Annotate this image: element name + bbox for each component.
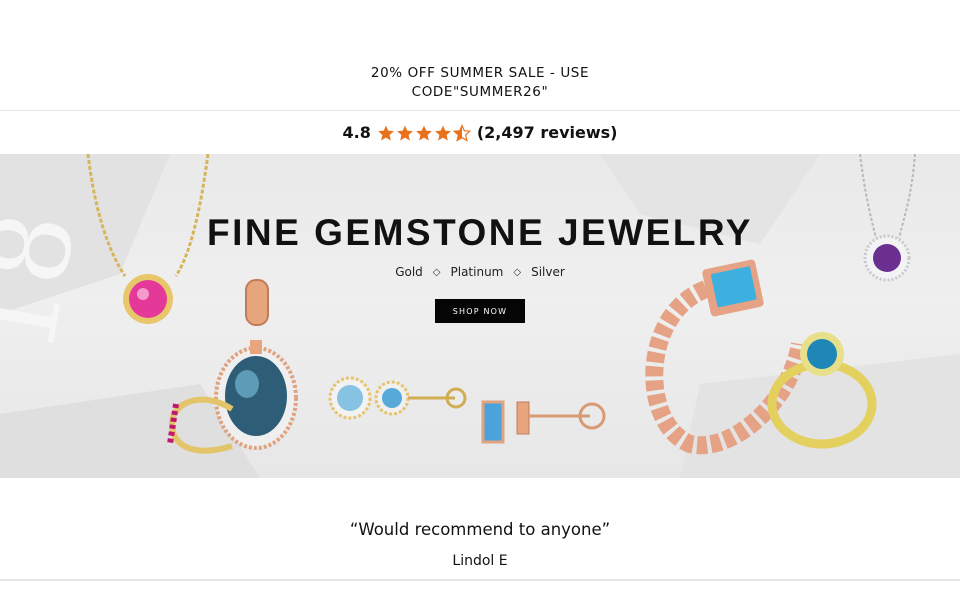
hero-title: FINE GEMSTONE JEWELRY [207, 212, 753, 253]
metal-options: Gold ◇ Platinum ◇ Silver [0, 265, 960, 279]
shop-now-button[interactable]: SHOP NOW [435, 299, 525, 323]
blue-oval-pendant [214, 279, 298, 450]
hero-banner[interactable]: 18 FINE GEMSTONE JEWELRY Gold ◇ Platinum… [0, 154, 960, 478]
metal-option-platinum: Platinum [450, 265, 504, 279]
testimonial-quote: “Would recommend to anyone” [349, 520, 611, 539]
star-full-icon [377, 125, 394, 140]
rating-stars [377, 123, 471, 142]
diamond-icon: ◇ [432, 266, 441, 278]
blue-topaz-halo-stud [328, 376, 467, 420]
testimonial-author: Lindol E [452, 553, 508, 569]
promo-line-1: 20% OFF SUMMER SALE - USE [370, 65, 590, 81]
metal-option-silver: Silver [531, 265, 565, 279]
blue-baguette-stud [481, 400, 606, 444]
star-half-icon [452, 123, 471, 142]
rating-score: 4.8 [342, 123, 371, 142]
promo-text: 20% OFF SUMMER SALE - USE CODE"SUMMER26" [0, 64, 960, 102]
rating-bar[interactable]: 4.8 (2,497 reviews) [0, 111, 960, 154]
star-full-icon [396, 125, 413, 140]
promo-line-2: CODE"SUMMER26" [411, 84, 549, 100]
diamond-icon: ◇ [513, 266, 522, 278]
metal-option-gold: Gold [395, 265, 423, 279]
testimonial: “Would recommend to anyone” Lindol E [0, 478, 960, 581]
review-count[interactable]: (2,497 reviews) [477, 123, 618, 142]
promo-banner: 20% OFF SUMMER SALE - USE CODE"SUMMER26" [0, 0, 960, 111]
star-full-icon [415, 125, 432, 140]
star-full-icon [434, 125, 451, 140]
